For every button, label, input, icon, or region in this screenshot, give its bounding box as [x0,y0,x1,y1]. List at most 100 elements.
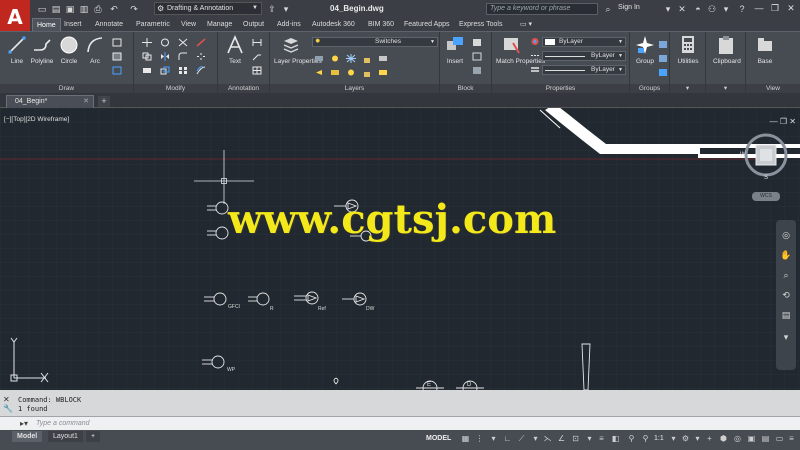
chevron-down-icon[interactable]: ▾ [668,433,679,445]
annotation-scale[interactable]: 1:1 [654,433,664,445]
workspace-switching-icon[interactable]: ⚙ [680,433,691,445]
lineweight-dropdown[interactable]: ByLayer ▼ [542,65,626,75]
copy-icon[interactable] [142,52,152,61]
undo-icon[interactable]: ↶ [108,3,120,15]
pan-icon[interactable]: ✋ [780,250,792,262]
layer-unlock-icon[interactable] [362,68,372,77]
chevron-down-icon[interactable]: ▾ [584,433,595,445]
layer-thaw-icon[interactable] [346,68,356,77]
communication-center-icon[interactable]: ⚇ [706,3,718,15]
transparency-icon[interactable]: ◧ [610,433,621,445]
wcs-menu[interactable]: WCS [752,192,780,201]
ribbon-minimize-icon[interactable]: ▭ ▾ [516,18,536,31]
tab-express-tools[interactable]: Express Tools [455,18,506,31]
polyline-tool[interactable]: Polyline [29,35,55,65]
share-icon[interactable]: ⇪ [266,3,278,15]
steering-wheel-icon[interactable]: ◎ [780,230,792,242]
clean-screen-icon[interactable]: ▭ [774,433,785,445]
layer-isolate-icon[interactable] [314,54,324,63]
layer-unisolate-icon[interactable] [330,68,340,77]
isolate-objects-icon[interactable]: ▣ [746,433,757,445]
match-properties-button[interactable]: Match Properties [496,35,545,65]
close-icon[interactable]: ✕ [784,2,798,15]
tab-insert[interactable]: Insert [60,18,86,31]
group-selection-icon[interactable] [658,68,668,77]
circle-tool[interactable]: Circle [56,35,82,65]
insert-block-button[interactable]: Insert [442,35,468,65]
chevron-down-icon[interactable]: ▾ [720,3,732,15]
tab-layout1[interactable]: Layout1 [48,431,83,442]
command-input[interactable]: ▸▾ Type a command [0,416,800,430]
command-prompt-icon[interactable]: ▸▾ [20,419,28,428]
tab-manage[interactable]: Manage [203,18,236,31]
utilities-button[interactable]: Utilities [675,35,701,65]
tab-output[interactable]: Output [239,18,268,31]
trim-icon[interactable] [178,38,188,47]
search-input[interactable]: Type a keyword or phrase [486,3,598,15]
scale-icon[interactable] [160,66,170,75]
layer-match-icon[interactable] [378,54,388,63]
hardware-acceleration-icon[interactable]: ▤ [760,433,771,445]
offset-icon[interactable] [196,66,206,75]
lineweight-display-icon[interactable]: ≡ [596,433,607,445]
leader-icon[interactable] [252,52,262,61]
customization-icon[interactable]: ≡ [786,433,797,445]
create-block-icon[interactable] [472,38,482,47]
ortho-icon[interactable]: ∟ [502,433,513,445]
tab-featured-apps[interactable]: Featured Apps [400,18,454,31]
fillet-icon[interactable] [178,52,188,61]
chevron-down-icon[interactable]: ▾ [488,433,499,445]
layer-lock-icon[interactable] [362,54,372,63]
snap-icon[interactable]: ⋮ [474,433,485,445]
isodraft-icon[interactable]: ⋋ [542,433,553,445]
annotation-visibility-icon[interactable]: ⚲ [626,433,637,445]
viewport-controls-label[interactable]: [−][Top][2D Wireframe] [4,116,69,123]
tab-view[interactable]: View [177,18,200,31]
workspace-select[interactable]: ⚙ Drafting & Annotation ▼ [154,2,262,15]
file-tab[interactable]: 04_Begin* ✕ [6,95,94,108]
tab-autodesk-360[interactable]: Autodesk 360 [308,18,359,31]
compass-south[interactable]: S [764,175,768,181]
auto-scale-icon[interactable]: ⚲ [640,433,651,445]
save-icon[interactable]: ▣ [64,3,76,15]
make-current-icon[interactable] [378,68,388,77]
move-icon[interactable] [142,38,152,47]
array-icon[interactable] [178,66,188,75]
chevron-down-icon[interactable]: ▾ [662,3,674,15]
restore-icon[interactable]: ❐ [768,2,782,15]
exchange-icon[interactable]: ✕ [676,3,688,15]
tab-model[interactable]: Model [12,431,43,442]
help-icon[interactable]: ? [736,3,748,15]
edit-attributes-icon[interactable] [472,66,482,75]
hatch-icon[interactable] [112,52,122,61]
group-edit-icon[interactable] [658,54,668,63]
chevron-down-icon[interactable]: ▾ [692,433,703,445]
rotate-icon[interactable] [160,38,170,47]
plot-icon[interactable]: ⎙ [92,3,104,15]
chevron-down-icon[interactable]: ▾ [530,433,541,445]
layer-previous-icon[interactable] [314,68,324,77]
group-button[interactable]: Group [632,35,658,65]
viewcube-home-icon[interactable] [770,116,784,126]
color-wheel-icon[interactable] [530,37,540,46]
color-dropdown[interactable]: ByLayer ▼ [542,37,626,47]
new-file-icon[interactable]: ▭ [36,3,48,15]
base-view-button[interactable]: Base [752,35,778,65]
units-icon[interactable]: ⬢ [718,433,729,445]
customize-command-line-icon[interactable]: 🔧 [3,404,15,413]
line-tool[interactable]: Line [4,35,30,65]
ungroup-icon[interactable] [658,40,668,49]
annotation-monitor-icon[interactable]: + [704,433,715,445]
close-tab-icon[interactable]: ✕ [83,96,89,107]
tab-home[interactable]: Home [32,18,61,31]
layer-freeze-icon[interactable] [346,54,356,63]
sign-in-link[interactable]: Sign In [618,4,640,11]
clipboard-button[interactable]: Clipboard [713,35,741,65]
add-layout-button[interactable]: + [86,431,101,442]
showmotion-icon[interactable]: ▤ [780,310,792,322]
erase-icon[interactable] [196,38,206,47]
text-tool[interactable]: Text [222,35,248,65]
tab-bim-360[interactable]: BIM 360 [364,18,398,31]
autodesk-a360-icon[interactable]: ◓ [692,3,704,15]
linetype-icon[interactable] [530,51,540,60]
